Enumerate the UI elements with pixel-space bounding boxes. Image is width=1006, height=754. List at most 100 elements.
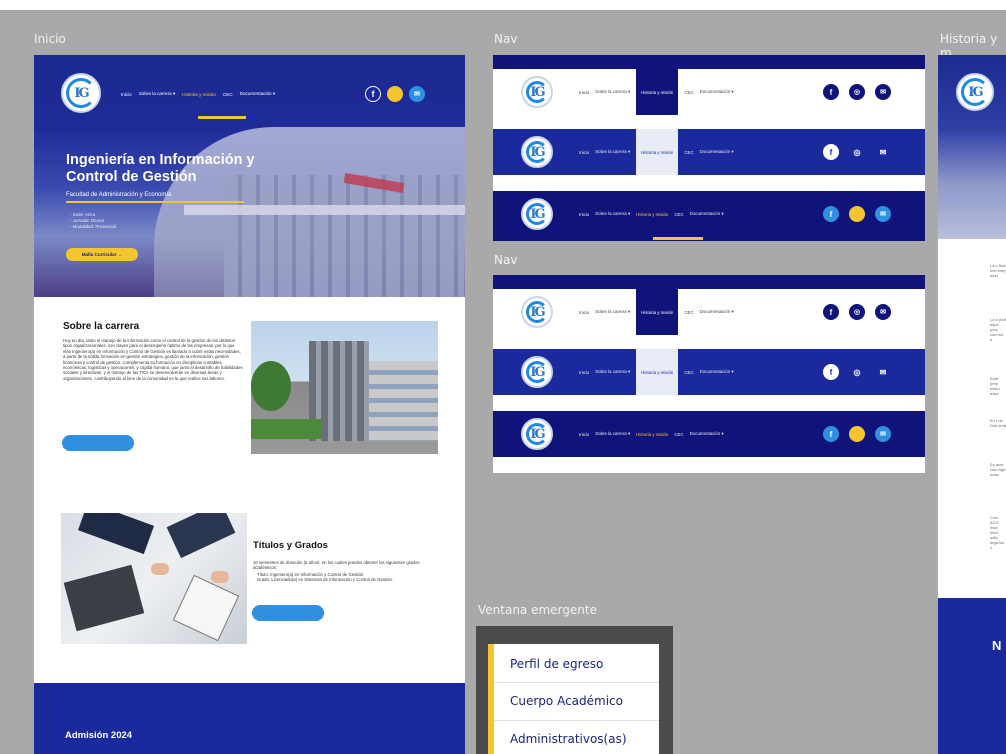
photo-wing [369,361,438,441]
menu-divider [494,720,659,721]
nav-item-sobre-la-carrera[interactable]: Sobre la carrera ▾ [595,431,630,437]
nav-item-documentacion[interactable]: Documentación ▾ [690,211,724,217]
instagram-icon[interactable]: ◎ [849,84,865,100]
nav-item-documentacion[interactable]: Documentación ▾ [690,431,724,437]
facebook-icon[interactable]: f [365,86,381,102]
mail-icon[interactable]: ✉ [875,144,891,160]
admission-title: Admisión 2024 [65,730,133,741]
navbar-gap [493,175,925,191]
navbar-logo[interactable]: IG [521,356,553,388]
nav-item-documentacion[interactable]: Documentación ▾ [700,309,734,315]
nav-item-cec[interactable]: CEC [674,212,683,217]
nav-item-cec[interactable]: CEC [684,150,693,155]
dropdown-menu: Perfil de egreso Cuerpo Académico Admini… [488,644,659,754]
facebook-icon[interactable]: f [823,206,839,222]
instagram-icon[interactable] [849,206,865,222]
business-meeting-photo [61,513,247,644]
facebook-icon[interactable]: f [823,426,839,442]
titles-more-button[interactable] [252,605,324,621]
malla-curricular-button[interactable]: Malla Curricular → [66,248,138,261]
navbar-logo[interactable]: IG [521,296,553,328]
nav-item-historia[interactable]: Historia y misión [636,349,679,395]
nav-item-inicio[interactable]: Inicio [579,432,589,437]
nav-item-inicio[interactable]: Inicio [579,370,589,375]
nav-item-inicio[interactable]: Inicio [579,150,589,155]
about-text: Hoy en día, tanto el manejo de la inform… [63,338,243,381]
mail-icon[interactable]: ✉ [875,206,891,222]
campus-building-photo [251,321,438,454]
nav-item-cec[interactable]: CEC [684,310,693,315]
menu-item-administrativos[interactable]: Administrativos(as) [510,732,627,746]
nav-item-sobre-la-carrera[interactable]: Sobre la carrera ▾ [595,149,630,155]
logo-text: IG [530,206,545,222]
nav-item-sobre-la-carrera[interactable]: Sobre la carrera ▾ [595,211,630,217]
mail-icon[interactable]: ✉ [875,84,891,100]
nav-item-inicio[interactable]: Inicio [579,212,589,217]
main-nav: Inicio Sobre la carrera ▾ Historia y mis… [121,91,275,97]
hero-faculty-underline [66,201,244,203]
navbar-blue-variant: IG Inicio Sobre la carrera ▾ Historia y … [493,129,925,175]
nav-item-cec[interactable]: CEC [223,92,233,97]
nav-item-documentacion[interactable]: Documentación ▾ [700,369,734,375]
nav-item-cec[interactable]: CEC [684,90,693,95]
facebook-icon[interactable]: f [823,144,839,160]
nav-item-historia[interactable]: Historia y misión [636,289,679,335]
nav-item-documentacion[interactable]: Documentación ▾ [700,149,734,155]
mail-icon[interactable]: ✉ [409,86,425,102]
nav-item-historia[interactable]: Historia y misión [636,129,679,175]
nav-item-historia[interactable]: Historia y misión [636,69,679,115]
nav-item-historia[interactable]: Historia y misión [182,92,216,97]
nav-item-sobre-la-carrera[interactable]: Sobre la carrera ▾ [139,91,176,97]
navbar-dark-variant: IG Inicio Sobre la carrera ▾ Historia y … [493,191,925,237]
historia-paragraph: La c fina Info emp mun [990,263,1006,278]
titles-title: Títulos y Grados [253,540,328,551]
nav-item-documentacion[interactable]: Documentación ▾ [700,89,734,95]
nav-frame-2: IG Inicio Sobre la carrera ▾ Historia y … [493,275,925,473]
facebook-icon[interactable]: f [823,84,839,100]
nav-item-inicio[interactable]: Inicio [579,90,589,95]
navbar-logo[interactable]: IG [521,418,553,450]
mail-icon[interactable]: ✉ [875,426,891,442]
navbar-blue-variant: IG Inicio Sobre la carrera ▾ Historia y … [493,349,925,395]
navbar-logo[interactable]: IG [521,198,553,230]
nav-item-historia[interactable]: Historia y misión [636,432,668,437]
navbar-logo[interactable]: IG [521,136,553,168]
instagram-icon[interactable] [387,86,403,102]
instagram-icon[interactable]: ◎ [849,304,865,320]
nav-item-sobre-la-carrera[interactable]: Sobre la carrera ▾ [595,89,630,95]
nav-item-sobre-la-carrera[interactable]: Sobre la carrera ▾ [595,369,630,375]
menu-item-cuerpo-academico[interactable]: Cuerpo Académico [510,694,623,708]
navbar-dark-variant: IG Inicio Sobre la carrera ▾ Historia y … [493,411,925,457]
social-icons: f ✉ [823,206,891,222]
nav-item-cec[interactable]: CEC [674,432,683,437]
hero-title: Ingeniería en Información y Control de G… [66,152,255,185]
nav-item-inicio[interactable]: Inicio [121,92,132,97]
site-logo[interactable]: IG [61,73,101,113]
instagram-icon[interactable]: ◎ [849,144,865,160]
mail-icon[interactable]: ✉ [875,304,891,320]
mail-icon[interactable]: ✉ [875,364,891,380]
historia-paragraph: Com ACG esta med sólic orga los c [990,515,1005,550]
menu-accent-bar [488,644,494,754]
nav-item-cec[interactable]: CEC [684,370,693,375]
instagram-icon[interactable] [849,426,865,442]
nav-item-documentacion[interactable]: Documentación ▾ [240,91,276,97]
facebook-icon[interactable]: f [823,304,839,320]
nav-item-historia[interactable]: Historia y misión [636,212,668,217]
navbar-white-variant: IG Inicio Sobre la carrera ▾ Historia y … [493,289,925,335]
site-logo[interactable]: IG [956,73,994,111]
instagram-icon[interactable]: ◎ [849,364,865,380]
hero-section: IG Inicio Sobre la carrera ▾ Historia y … [34,55,465,297]
about-more-button[interactable] [62,435,134,451]
titles-intro: 10 semestres de duración (5 años), en lo… [253,560,420,571]
hero-building-ledge [184,205,465,215]
nav-item-inicio[interactable]: Inicio [579,310,589,315]
navbar-links: Inicio Sobre la carrera ▾ Historia y mis… [579,69,734,115]
navbar-logo[interactable]: IG [521,76,553,108]
historia-paragraph: En r de Dire la fa [990,418,1006,428]
facebook-icon[interactable]: f [823,364,839,380]
navbar-links: Inicio Sobre la carrera ▾ Historia y mis… [579,129,734,175]
logo-text: IG [530,364,545,380]
nav-item-sobre-la-carrera[interactable]: Sobre la carrera ▾ [595,309,630,315]
menu-item-perfil-de-egreso[interactable]: Perfil de egreso [510,657,603,671]
